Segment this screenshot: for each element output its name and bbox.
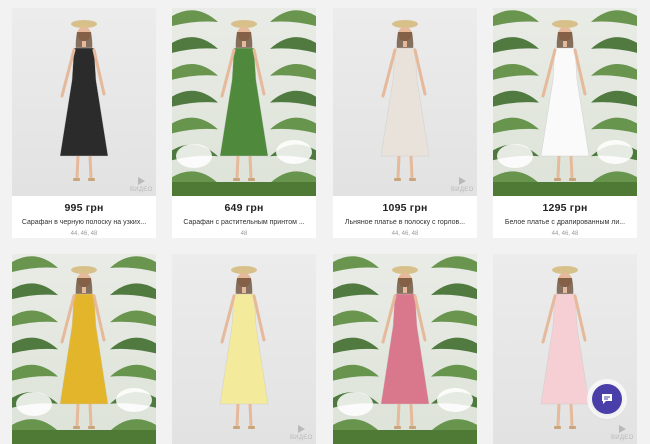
- product-photo-model: [380, 20, 430, 181]
- product-photo-model: [176, 20, 312, 181]
- play-icon: [137, 177, 145, 185]
- play-icon: [618, 425, 626, 433]
- product-photo-model: [337, 266, 473, 429]
- product-info: 1295 грн Белое платье с драпированным ли.…: [493, 196, 637, 238]
- video-label: ВИДЕО: [130, 187, 153, 193]
- product-card[interactable]: ВИДЕО 1095 грн Льняное платье в полоску с …: [333, 8, 477, 238]
- video-badge[interactable]: ВИДЕО: [290, 425, 312, 441]
- video-label: ВИДЕО: [611, 435, 634, 441]
- product-image[interactable]: [172, 8, 316, 196]
- product-info: 649 грн Сарафан с растительным принтом ..…: [172, 196, 316, 238]
- product-photo-model: [59, 20, 109, 181]
- product-title[interactable]: Белое платье с драпированным ли...: [493, 219, 637, 226]
- product-card[interactable]: ВИДЕО: [172, 254, 316, 444]
- product-price: 649 грн: [224, 202, 264, 214]
- product-photo-model: [219, 266, 269, 429]
- product-card[interactable]: 649 грн Сарафан с растительным принтом ..…: [172, 8, 316, 238]
- product-sizes: 48: [240, 231, 248, 237]
- video-label: ВИДЕО: [451, 187, 474, 193]
- product-price: 1095 грн: [382, 202, 428, 214]
- product-image[interactable]: [333, 254, 477, 444]
- product-sizes: 44, 46, 48: [391, 231, 419, 237]
- product-image[interactable]: ВИДЕО: [333, 8, 477, 196]
- video-badge[interactable]: ВИДЕО: [611, 425, 633, 441]
- product-image[interactable]: [493, 8, 637, 196]
- play-icon: [458, 177, 466, 185]
- product-title[interactable]: Сарафан в черную полоску на узких...: [12, 219, 156, 226]
- video-label: ВИДЕО: [290, 435, 313, 441]
- chat-bubble-icon: [602, 394, 612, 404]
- product-photo-model: [16, 266, 152, 429]
- product-card[interactable]: [12, 254, 156, 444]
- product-card[interactable]: ВИДЕО 995 грн Сарафан в черную полоску на …: [12, 8, 156, 238]
- product-image[interactable]: ВИДЕО: [172, 254, 316, 444]
- product-photo-model: [540, 266, 590, 429]
- product-title[interactable]: Сарафан с растительным принтом ...: [172, 219, 316, 226]
- product-title[interactable]: Льняное платье в полоску с горлов...: [333, 219, 477, 226]
- product-photo-model: [497, 20, 633, 181]
- play-icon: [297, 425, 305, 433]
- product-sizes: 44, 46, 48: [70, 231, 98, 237]
- product-price: 995 грн: [64, 202, 104, 214]
- product-info: 1095 грн Льняное платье в полоску с горло…: [333, 196, 477, 238]
- product-price: 1295 грн: [542, 202, 588, 214]
- product-sizes: 44, 46, 48: [551, 231, 579, 237]
- product-card[interactable]: 1295 грн Белое платье с драпированным ли.…: [493, 8, 637, 238]
- product-card[interactable]: ВИДЕО: [493, 254, 637, 444]
- product-image[interactable]: ВИДЕО: [12, 8, 156, 196]
- product-info: 995 грн Сарафан в черную полоску на узких…: [12, 196, 156, 238]
- chat-button[interactable]: [592, 384, 622, 414]
- video-badge[interactable]: ВИДЕО: [451, 177, 473, 193]
- product-image[interactable]: ВИДЕО: [493, 254, 637, 444]
- product-image[interactable]: [12, 254, 156, 444]
- product-card[interactable]: [333, 254, 477, 444]
- video-badge[interactable]: ВИДЕО: [130, 177, 152, 193]
